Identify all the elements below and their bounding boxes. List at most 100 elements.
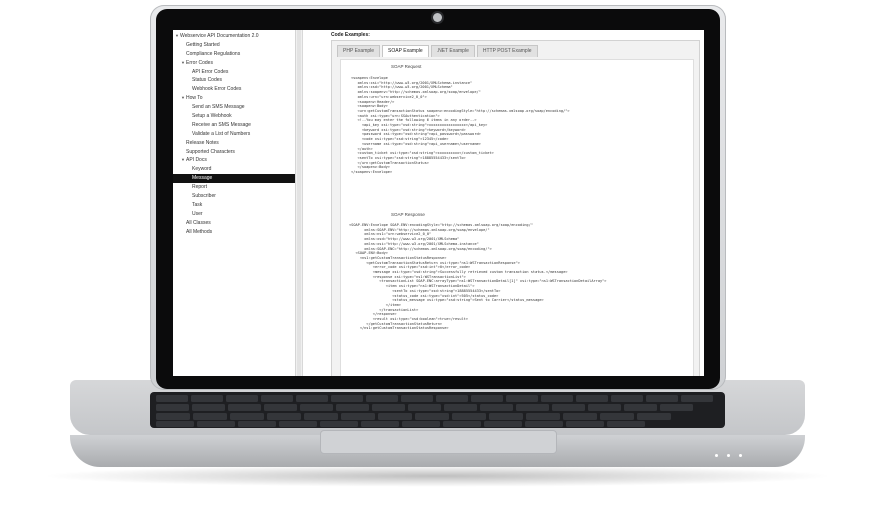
sidebar-item-label: Send an SMS Message [192, 104, 245, 111]
keyboard-key [331, 395, 363, 402]
keyboard-key [304, 413, 338, 420]
keyboard-key [566, 421, 604, 427]
sidebar-item-label: Getting Started [186, 41, 220, 48]
keyboard-key [408, 404, 441, 411]
trackpad [320, 430, 557, 454]
soap-request-code: <soapenv:Envelope xmlns:xsi="http://www.… [351, 76, 570, 175]
sidebar-item-label: Release Notes [186, 139, 219, 146]
sidebar-item-label: Message [192, 175, 213, 182]
keyboard-key [681, 395, 713, 402]
keyboard-key [156, 404, 189, 411]
keyboard-key [261, 395, 293, 402]
keyboard-key [576, 395, 608, 402]
keyboard-key [336, 404, 369, 411]
keyboard-key [341, 413, 375, 420]
sidebar-item[interactable]: Webhook Error Codes [173, 85, 295, 94]
app-window: ▼Webservice API Documentation 2.0 Getting… [173, 30, 704, 376]
sidebar-item[interactable]: Keyword [173, 165, 295, 174]
keyboard-key [452, 413, 486, 420]
sidebar-item[interactable]: Message [173, 174, 295, 184]
sidebar-item-label: All Methods [186, 228, 213, 235]
status-light [715, 454, 718, 457]
keyboard-key [156, 413, 190, 420]
keyboard-key [443, 421, 481, 427]
keyboard-key [588, 404, 621, 411]
sidebar-item[interactable]: Supported Characters [173, 148, 295, 157]
keyboard-key [516, 404, 549, 411]
keyboard-key [600, 413, 634, 420]
keyboard-key [415, 413, 449, 420]
sidebar-item[interactable]: Compliance Regulations [173, 50, 295, 59]
request-heading: SOAP Request [391, 64, 422, 69]
keyboard-key [192, 404, 225, 411]
sidebar-item-label: How To [186, 95, 203, 102]
main-content: Code Examples: PHP Example SOAP Example .N… [306, 30, 704, 376]
keyboard-key [279, 421, 317, 427]
keyboard-key [401, 395, 433, 402]
sidebar-item[interactable]: Validate a List of Numbers [173, 130, 295, 139]
keyboard-key [361, 421, 399, 427]
sidebar-item[interactable]: Setup a Webhook [173, 112, 295, 121]
sidebar-item-label: Webhook Error Codes [192, 86, 242, 93]
sidebar-item[interactable]: Status Codes [173, 76, 295, 85]
sidebar-item[interactable]: Send an SMS Message [173, 103, 295, 112]
keyboard-key [436, 395, 468, 402]
sidebar-item-label: Setup a Webhook [192, 113, 232, 120]
sidebar-item[interactable]: Subscriber [173, 192, 295, 201]
sidebar-item-label: User [192, 210, 203, 217]
keyboard-key [506, 395, 538, 402]
code-examples-panel: PHP Example SOAP Example .NET Example HTTP … [331, 40, 700, 376]
sidebar-item[interactable]: ▼Webservice API Documentation 2.0 [173, 32, 295, 41]
laptop-shadow [40, 465, 835, 487]
tab-soap-example[interactable]: SOAP Example [382, 45, 429, 57]
sidebar-item-label: Status Codes [192, 77, 223, 84]
keyboard-key [541, 395, 573, 402]
keyboard-key [197, 421, 235, 427]
keyboard-key [378, 413, 412, 420]
soap-response-code: <SOAP-ENV:Envelope SOAP-ENV:encodingStyl… [349, 223, 607, 331]
keyboard-key [480, 404, 513, 411]
response-heading: SOAP Response [391, 212, 425, 217]
sidebar-item[interactable]: Receive an SMS Message [173, 121, 295, 130]
sidebar-item-label: Webservice API Documentation 2.0 [180, 33, 259, 39]
sidebar-item-label: API Error Codes [192, 68, 229, 75]
keyboard-key [267, 413, 301, 420]
sidebar-item-label: Supported Characters [186, 148, 235, 155]
keyboard-key [637, 413, 671, 420]
sidebar-item-label: API Docs [186, 157, 207, 164]
keyboard-key [611, 395, 643, 402]
keyboard-key [607, 421, 645, 427]
sidebar-item[interactable]: ▼Error Codes [173, 59, 295, 68]
sidebar: ▼Webservice API Documentation 2.0 Getting… [173, 30, 296, 376]
sidebar-item-label: Keyword [192, 166, 212, 173]
tab-php-example[interactable]: PHP Example [337, 45, 381, 57]
sidebar-item[interactable]: Getting Started [173, 41, 295, 50]
sidebar-item[interactable]: Task [173, 201, 295, 210]
code-area: SOAP Request <soapenv:Envelope xmlns:xsi… [340, 59, 694, 376]
sidebar-item[interactable]: All Methods [173, 228, 295, 237]
keyboard-key [366, 395, 398, 402]
sidebar-item[interactable]: API Error Codes [173, 68, 295, 77]
keyboard-key [402, 421, 440, 427]
sidebar-item[interactable]: ▼API Docs [173, 156, 295, 165]
keyboard-key [264, 404, 297, 411]
keyboard-key [191, 395, 223, 402]
webcam-icon [433, 13, 442, 22]
scrollbar-thumb[interactable] [297, 30, 301, 376]
sidebar-item[interactable]: Release Notes [173, 139, 295, 148]
keyboard-key [228, 404, 261, 411]
sidebar-item-label: All Classes [186, 219, 211, 226]
tab-net-example[interactable]: .NET Example [430, 45, 475, 57]
sidebar-item[interactable]: All Classes [173, 219, 295, 228]
sidebar-item[interactable]: ▼How To [173, 94, 295, 103]
sidebar-item[interactable]: Report [173, 183, 295, 192]
keyboard-key [156, 395, 188, 402]
sidebar-item-label: Error Codes [186, 59, 213, 66]
tab-http-post-example[interactable]: HTTP POST Example [476, 45, 538, 57]
keyboard-key [300, 404, 333, 411]
sidebar-item[interactable]: User [173, 210, 295, 219]
keyboard-key [526, 413, 560, 420]
sidebar-item-label: Subscriber [192, 193, 216, 200]
keyboard-key [552, 404, 585, 411]
keyboard-key [226, 395, 258, 402]
